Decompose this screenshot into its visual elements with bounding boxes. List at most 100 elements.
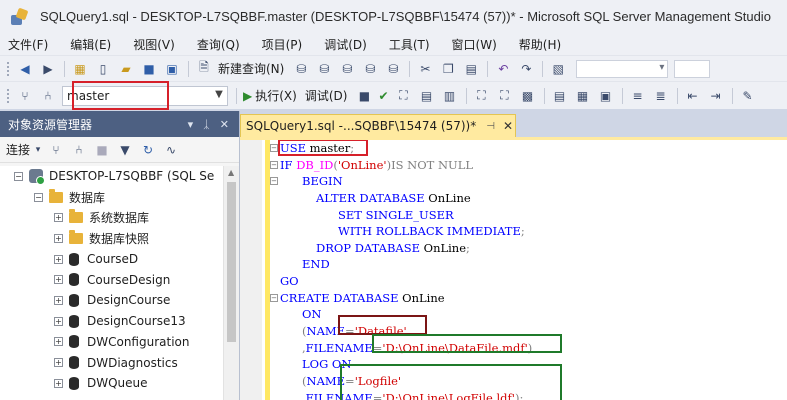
cut-icon[interactable]: ✂ <box>416 60 434 78</box>
search-combo[interactable] <box>674 59 711 78</box>
dax-query-icon[interactable]: ⛁ <box>384 60 402 78</box>
live-stats-icon[interactable]: ⛶ <box>496 87 514 105</box>
redo-icon[interactable]: ↷ <box>517 60 535 78</box>
results-to-file-icon[interactable]: ▣ <box>597 87 615 105</box>
parse-check-icon[interactable]: ✔ <box>378 89 388 103</box>
tree-item[interactable]: + DesignCourse13 <box>0 311 224 332</box>
new-file-icon[interactable]: ▯ <box>94 60 112 78</box>
tree-item[interactable]: + DWDiagnostics <box>0 352 224 373</box>
tree-item[interactable]: + DWConfiguration <box>0 332 224 353</box>
menu-file[interactable]: 文件(F) <box>8 36 48 53</box>
fold-icon[interactable]: − <box>270 177 278 186</box>
collapse-icon[interactable]: − <box>34 192 43 202</box>
open-folder-icon[interactable]: ▰ <box>117 60 135 78</box>
save-all-icon[interactable]: ▣ <box>163 60 181 78</box>
increase-indent-icon[interactable]: ⇥ <box>707 87 725 105</box>
tree-item[interactable]: + CourseDesign <box>0 269 224 290</box>
actual-plan-icon[interactable]: ⛶ <box>473 87 491 105</box>
tree-scrollbar[interactable]: ▲ <box>223 166 239 400</box>
mdx-query-icon[interactable]: ⛁ <box>315 60 333 78</box>
sql-code[interactable]: − USE master; − IF DB_ID('OnLine')IS NOT N… <box>270 140 780 400</box>
toolbar-grip[interactable] <box>6 60 10 77</box>
cancel-query-icon[interactable]: ■ <box>355 87 373 105</box>
intellisense-icon[interactable]: ▥ <box>441 87 459 105</box>
tree-server-node[interactable]: − DESKTOP-L7SQBBF (SQL Se <box>0 166 224 187</box>
save-icon[interactable]: ■ <box>140 60 158 78</box>
new-project-icon[interactable]: ▦ <box>71 60 89 78</box>
results-to-grid-icon[interactable]: ▦ <box>574 87 592 105</box>
chevron-down-icon[interactable]: ▼ <box>213 89 225 100</box>
menu-help[interactable]: 帮助(H) <box>519 36 561 53</box>
toolbar-grip[interactable] <box>6 87 10 104</box>
panel-menu-icon[interactable]: ▾ <box>188 118 194 131</box>
specify-values-icon[interactable]: ✎ <box>739 87 757 105</box>
new-query-icon[interactable]: 🗎 <box>195 60 213 78</box>
connect-icon[interactable]: ⑂ <box>47 141 65 159</box>
expand-icon[interactable]: + <box>54 316 63 326</box>
expand-icon[interactable]: + <box>54 233 63 243</box>
copy-icon[interactable]: ❐ <box>439 60 457 78</box>
expand-icon[interactable]: + <box>54 295 63 305</box>
disconnect-icon[interactable]: ⑃ <box>70 141 88 159</box>
stop-icon[interactable]: ■ <box>93 141 111 159</box>
undo-icon[interactable]: ↶ <box>494 60 512 78</box>
tree-item[interactable]: + 系统数据库 <box>0 207 224 228</box>
expand-icon[interactable]: + <box>54 213 63 223</box>
paste-icon[interactable]: ▤ <box>462 60 480 78</box>
execute-button[interactable]: 执行(X) <box>255 87 297 104</box>
collapse-icon[interactable]: − <box>14 171 23 181</box>
db-query-icon[interactable]: ⛁ <box>292 60 310 78</box>
pin-icon[interactable]: ᛣ <box>203 118 210 131</box>
menu-window[interactable]: 窗口(W) <box>452 36 497 53</box>
refresh-icon[interactable]: ↻ <box>139 141 157 159</box>
chevron-down-icon[interactable]: ▾ <box>34 141 42 159</box>
tree-item[interactable]: + DWQueue <box>0 373 224 394</box>
execute-icon[interactable]: ▶ <box>243 89 252 103</box>
available-databases-dropdown[interactable]: master ▼ <box>62 85 228 106</box>
menu-query[interactable]: 查询(Q) <box>197 36 240 53</box>
connect-icon[interactable]: ⑂ <box>16 87 34 105</box>
decrease-indent-icon[interactable]: ⇤ <box>684 87 702 105</box>
pin-icon[interactable]: ⊣ <box>486 121 495 132</box>
tree-item[interactable]: + 数据库快照 <box>0 228 224 249</box>
expand-icon[interactable]: + <box>54 358 63 368</box>
dmx-query-icon[interactable]: ⛁ <box>338 60 356 78</box>
tab-sqlquery1[interactable]: SQLQuery1.sql -...SQBBF\15474 (57))* ⊣ ✕ <box>240 114 516 137</box>
query-editor[interactable]: − USE master; − IF DB_ID('OnLine')IS NOT N… <box>240 140 787 400</box>
expand-icon[interactable]: + <box>54 337 63 347</box>
tree-item[interactable]: + CourseD <box>0 249 224 270</box>
scroll-thumb[interactable] <box>227 182 236 342</box>
menu-project[interactable]: 项目(P) <box>262 36 303 53</box>
comment-icon[interactable]: ≡ <box>629 87 647 105</box>
menu-tools[interactable]: 工具(T) <box>389 36 430 53</box>
expand-icon[interactable]: + <box>54 275 63 285</box>
results-to-text-icon[interactable]: ▤ <box>551 87 569 105</box>
fold-icon[interactable]: − <box>270 293 278 302</box>
menu-view[interactable]: 视图(V) <box>133 36 175 53</box>
menu-debug[interactable]: 调试(D) <box>324 36 367 53</box>
expand-icon[interactable]: + <box>54 254 63 264</box>
new-query-button[interactable]: 新建查询(N) <box>218 60 284 77</box>
xmla-query-icon[interactable]: ⛁ <box>361 60 379 78</box>
debug-button[interactable]: 调试(D) <box>305 87 348 104</box>
solution-explorer-icon[interactable]: ▧ <box>549 60 567 78</box>
fold-icon[interactable]: − <box>270 144 278 152</box>
client-stats-icon[interactable]: ▩ <box>519 87 537 105</box>
uncomment-icon[interactable]: ≣ <box>652 87 670 105</box>
forward-icon[interactable]: ▶ <box>39 60 57 78</box>
expand-icon[interactable]: + <box>54 378 63 388</box>
menu-edit[interactable]: 编辑(E) <box>70 36 111 53</box>
close-icon[interactable]: ✕ <box>220 118 229 131</box>
solution-config-dropdown[interactable] <box>576 59 669 78</box>
back-icon[interactable]: ◀ <box>16 60 34 78</box>
query-options-icon[interactable]: ▤ <box>418 87 436 105</box>
connect-dropdown[interactable]: 连接 <box>6 141 30 158</box>
fold-icon[interactable]: − <box>270 160 278 169</box>
tree-databases-node[interactable]: − 数据库 <box>0 187 224 208</box>
close-icon[interactable]: ✕ <box>503 119 513 133</box>
tree-item[interactable]: + DesignCourse <box>0 290 224 311</box>
estimated-plan-icon[interactable]: ⛶ <box>395 87 413 105</box>
change-connection-icon[interactable]: ⑃ <box>39 87 57 105</box>
activity-monitor-icon[interactable]: ∿ <box>162 141 180 159</box>
scroll-up-icon[interactable]: ▲ <box>228 168 234 177</box>
